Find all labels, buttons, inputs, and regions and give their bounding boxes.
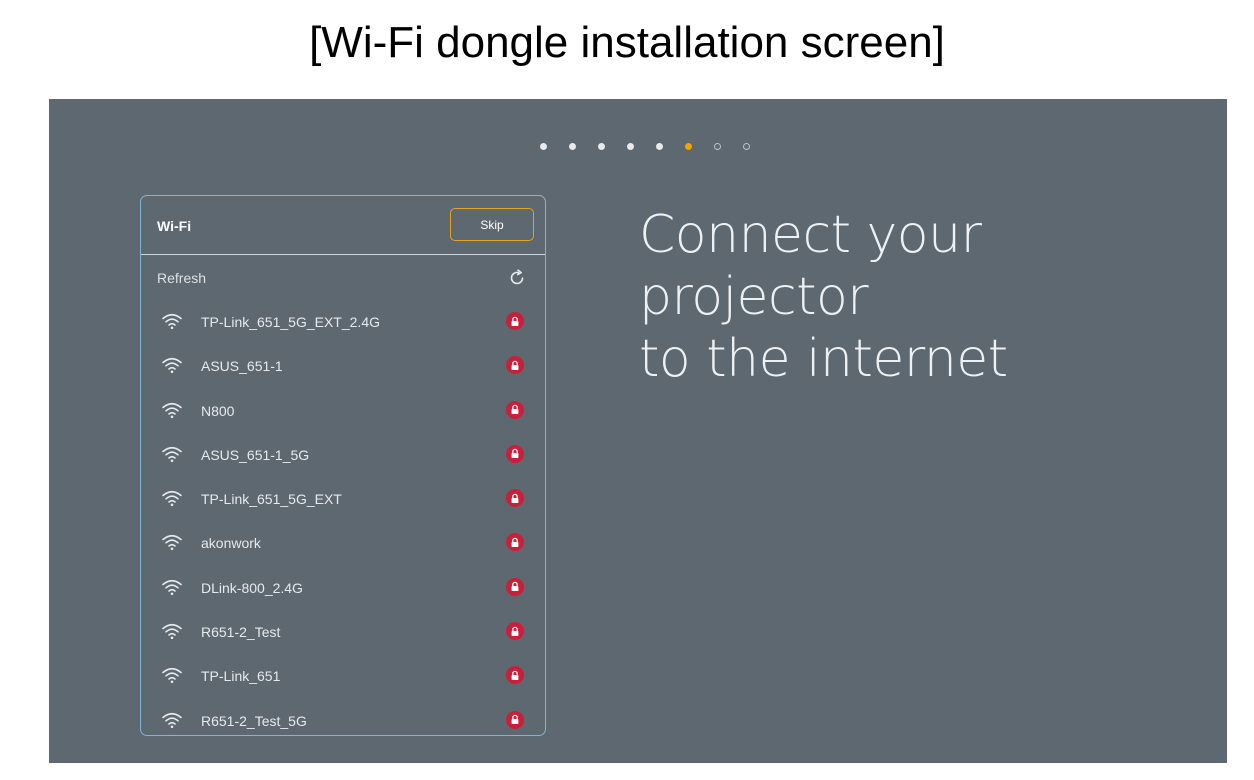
lock-icon (506, 312, 524, 330)
network-name: TP-Link_651 (201, 668, 281, 685)
wifi-panel-title: Wi-Fi (157, 218, 192, 234)
headline-line-2: to the internet (639, 329, 1008, 389)
network-name: N800 (201, 402, 235, 419)
lock-icon (506, 577, 524, 596)
skip-button[interactable]: Skip (450, 208, 534, 241)
lock-icon (506, 489, 524, 508)
step-dot (714, 143, 721, 150)
wifi-signal-icon (162, 358, 182, 374)
network-item[interactable]: akonwork (141, 521, 545, 565)
refresh-label: Refresh (157, 270, 207, 286)
wifi-signal-icon (162, 668, 182, 684)
network-name: DLink-800_2.4G (201, 579, 303, 596)
step-dot (569, 143, 576, 150)
lock-icon (506, 400, 524, 419)
wifi-signal-icon (162, 624, 182, 640)
step-indicator (49, 143, 1227, 153)
network-item[interactable]: R651-2_Test (141, 610, 545, 654)
wifi-signal-icon (162, 313, 182, 330)
refresh-icon[interactable] (507, 268, 527, 288)
network-list: TP-Link_651_5G_EXT_2.4G ASUS_651-1 N800 ASU… (141, 300, 545, 743)
network-item[interactable]: ASUS_651-1 (141, 344, 545, 388)
network-item[interactable]: DLink-800_2.4G (141, 566, 545, 610)
lock-icon (506, 444, 524, 463)
network-item[interactable]: TP-Link_651_5G_EXT_2.4G (141, 300, 545, 344)
lock-icon (506, 533, 524, 552)
wifi-signal-icon (162, 535, 182, 551)
lock-icon (506, 710, 524, 729)
network-name: R651-2_Test_5G (201, 712, 307, 729)
wifi-signal-icon (162, 402, 182, 418)
headline-line-1: Connect your projector (639, 205, 982, 327)
lock-icon (506, 356, 524, 375)
wifi-signal-icon (162, 579, 182, 595)
wifi-signal-icon (162, 491, 182, 507)
network-item[interactable]: ASUS_651-1_5G (141, 433, 545, 477)
step-dot (540, 143, 547, 150)
network-name: TP-Link_651_5G_EXT (201, 491, 342, 508)
network-name: TP-Link_651_5G_EXT_2.4G (201, 314, 380, 330)
wifi-panel: Wi-Fi Skip Refresh TP-Link_651_5G_EXT_2.… (140, 195, 546, 736)
lock-icon (506, 666, 524, 685)
wifi-signal-icon (162, 446, 182, 462)
step-dot (656, 143, 663, 150)
network-name: ASUS_651-1_5G (201, 446, 310, 463)
network-item[interactable]: TP-Link_651_5G_EXT (141, 477, 545, 521)
wifi-signal-icon (162, 712, 182, 728)
projector-screen: Wi-Fi Skip Refresh TP-Link_651_5G_EXT_2.… (49, 99, 1227, 763)
step-dot (627, 143, 634, 150)
refresh-row[interactable]: Refresh (157, 268, 527, 288)
network-name: R651-2_Test (201, 624, 281, 641)
network-item[interactable]: N800 (141, 389, 545, 433)
network-name: akonwork (201, 535, 261, 552)
step-dot (598, 143, 605, 150)
wifi-panel-header: Wi-Fi Skip (141, 196, 545, 255)
network-name: ASUS_651-1 (201, 358, 283, 375)
step-dot (743, 143, 750, 150)
lock-icon (506, 622, 524, 641)
connect-headline: Connect your projector to the internet (639, 204, 1209, 390)
network-item[interactable]: TP-Link_651 (141, 654, 545, 698)
screenshot-caption: [Wi-Fi dongle installation screen] (309, 18, 945, 67)
step-dot-active (685, 143, 692, 150)
network-item[interactable]: R651-2_Test_5G (141, 699, 545, 743)
